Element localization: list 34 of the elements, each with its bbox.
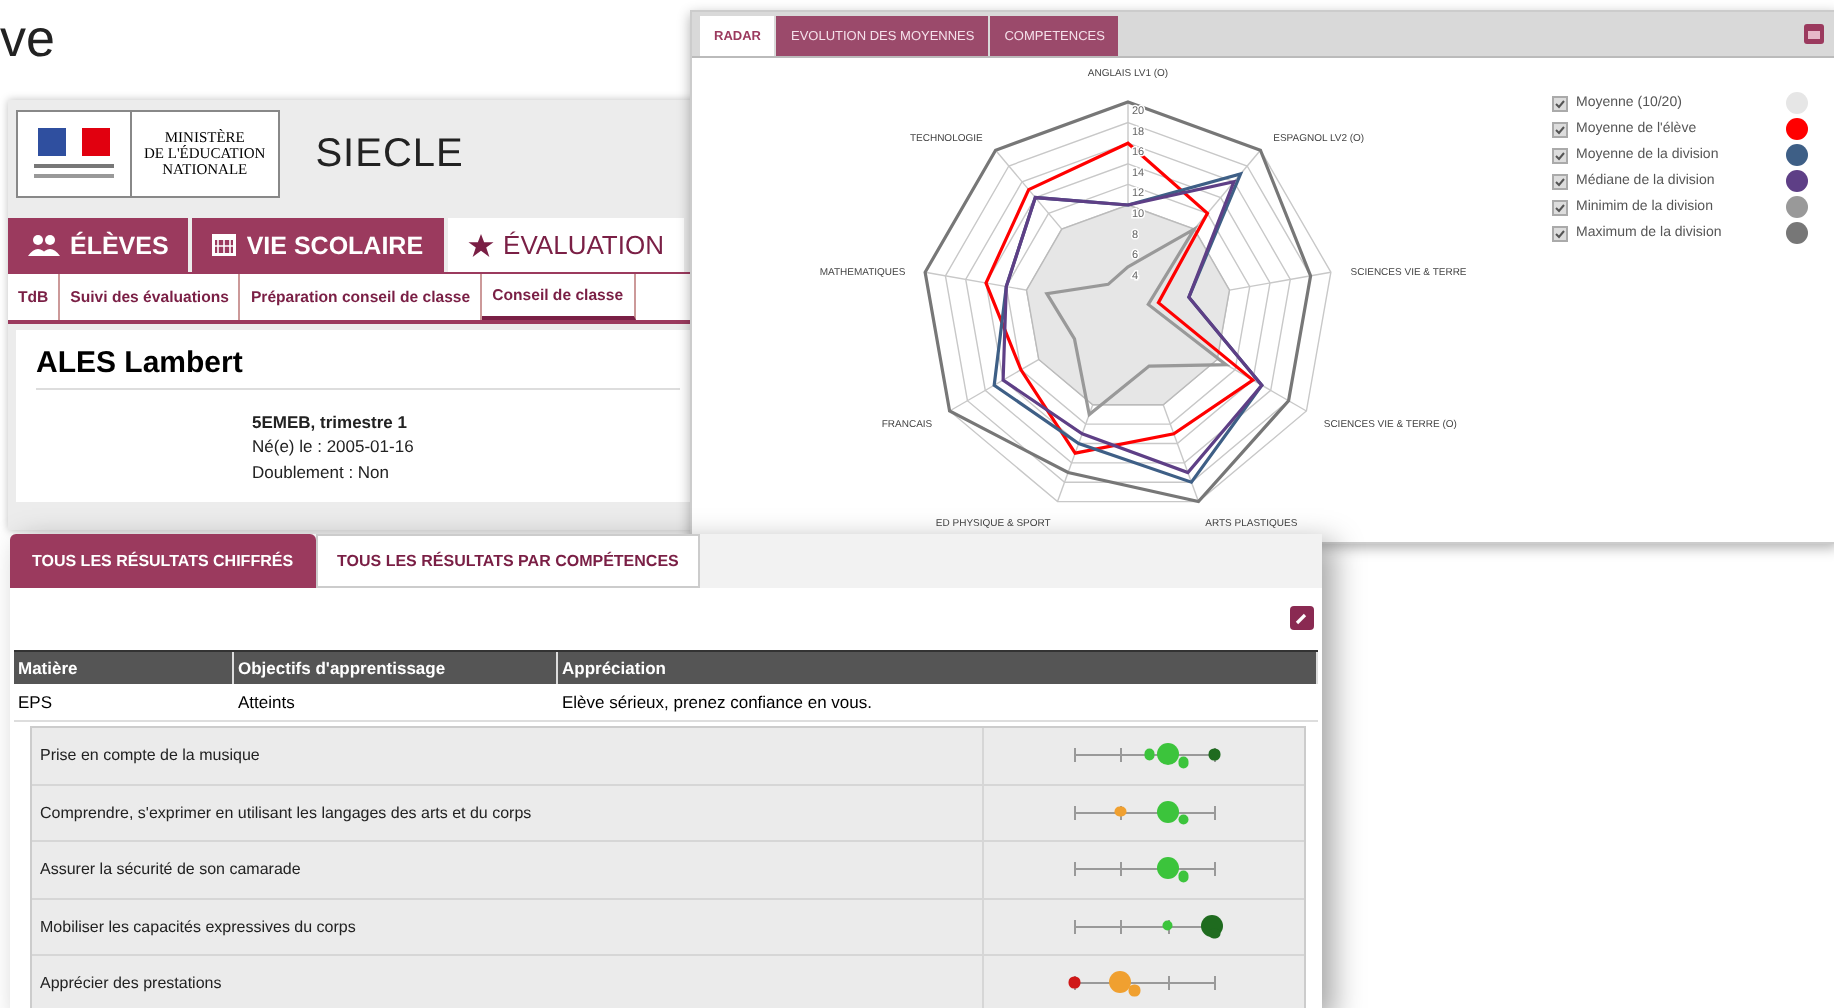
repeat-status: Doublement : Non <box>252 459 392 484</box>
table-cell-text: EPS <box>16 690 55 716</box>
star-icon <box>467 233 494 257</box>
table-cell-text: Elève sérieux, prenez confiance en vous. <box>560 690 874 716</box>
legend-checkbox[interactable] <box>1552 121 1568 137</box>
table-cell-text: Atteints <box>236 690 297 716</box>
nav-tab[interactable]: ÉVALUATION <box>447 218 684 272</box>
edit-icon[interactable] <box>1290 606 1314 630</box>
legend-checkbox[interactable] <box>1552 95 1568 111</box>
calendar-icon <box>212 234 237 256</box>
legend-checkbox[interactable] <box>1552 147 1568 163</box>
competence-label: Apprécier des prestations <box>38 974 224 993</box>
nav-tab[interactable]: VIE SCOLAIRE <box>192 218 444 272</box>
results-tab[interactable]: TOUS LES RÉSULTATS CHIFFRÉS <box>10 534 316 588</box>
legend-checkbox[interactable] <box>1552 199 1568 215</box>
marianne-logo-icon <box>30 124 118 184</box>
competence-label: Prise en compte de la musique <box>38 746 262 765</box>
app-title: SIECLE <box>315 131 464 177</box>
nav-tab[interactable]: ÉLÈVES <box>8 218 189 272</box>
competence-label: Comprendre, s'exprimer en utilisant les langages des arts et du corps <box>38 803 534 822</box>
class-period: 5EMEB, trimestre 1 <box>252 410 409 435</box>
student-name: ALES Lambert <box>36 346 680 390</box>
competence-label: Assurer la sécurité de son camarade <box>38 860 303 879</box>
competence-label: Mobiliser les capacités expressives du corps <box>38 917 358 936</box>
results-tab[interactable]: TOUS LES RÉSULTATS PAR COMPÉTENCES <box>315 534 701 588</box>
column-header: Appréciation <box>558 652 1318 684</box>
legend-checkbox[interactable] <box>1552 173 1568 189</box>
people-icon <box>28 234 60 256</box>
calendar-icon[interactable] <box>1804 24 1824 44</box>
heading-fragment: ve <box>0 8 55 70</box>
column-header: Objectifs d'apprentissage <box>234 652 558 684</box>
legend-checkbox[interactable] <box>1552 225 1568 241</box>
column-header: Matière <box>14 652 234 684</box>
birth-date: Né(e) le : 2005-01-16 <box>252 434 416 460</box>
